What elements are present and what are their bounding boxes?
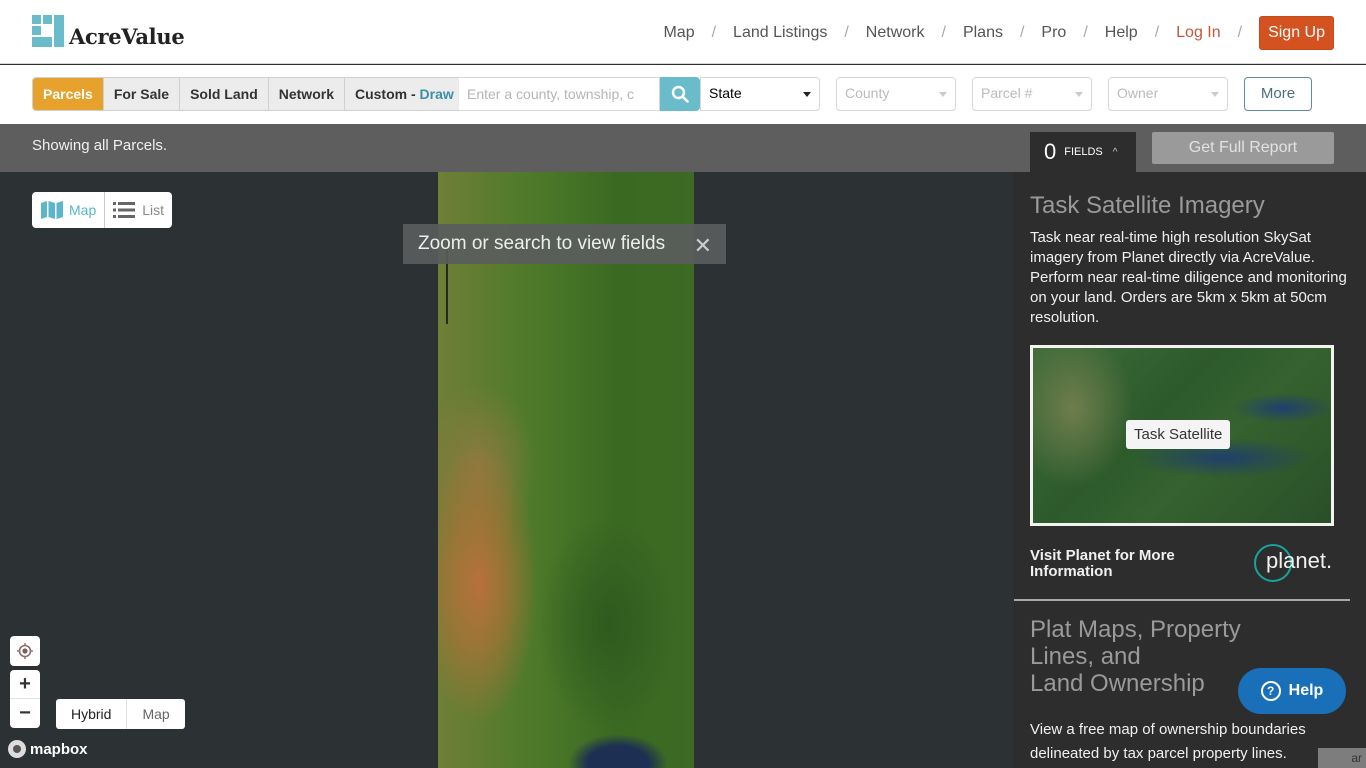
nav-separator: / — [1154, 24, 1160, 41]
acrevalue-logo[interactable]: AcreValue — [32, 15, 185, 49]
zoom-control: + − — [10, 670, 40, 728]
signup-button[interactable]: Sign Up — [1259, 16, 1334, 50]
top-navbar: AcreValue Map / Land Listings / Network … — [0, 0, 1366, 64]
fields-count: 0 — [1044, 139, 1057, 164]
get-full-report-button[interactable]: Get Full Report — [1152, 132, 1334, 164]
task-satellite-button[interactable]: Task Satellite — [1126, 420, 1231, 449]
nav-separator: / — [711, 24, 717, 41]
nav-plans[interactable]: Plans — [963, 24, 1003, 42]
satellite-imagery-tile — [438, 124, 694, 768]
question-icon: ? — [1260, 681, 1281, 701]
parcel-select[interactable]: Parcel # — [972, 77, 1092, 111]
more-filters-button[interactable]: More — [1244, 77, 1312, 111]
chevron-up-icon: ^ — [1112, 146, 1118, 158]
mapbox-icon — [8, 740, 26, 758]
tab-custom[interactable]: Custom - Draw — [344, 78, 464, 110]
toast-message: Zoom or search to view fields — [418, 233, 666, 254]
location-search-input[interactable] — [459, 77, 660, 111]
zoom-hint-toast: Zoom or search to view fields ✕ — [403, 224, 726, 264]
view-toggle: Map List — [32, 192, 173, 228]
filter-bar: Parcels For Sale Sold Land Network Custo… — [0, 65, 1366, 124]
logo-icon — [32, 15, 64, 47]
view-map-button[interactable]: Map — [32, 192, 106, 228]
help-widget-button[interactable]: ? Help — [1238, 668, 1346, 714]
state-select[interactable]: State — [700, 77, 820, 111]
county-select-value: County — [845, 85, 890, 101]
geolocate-control — [10, 636, 40, 666]
nav-separator: / — [1083, 24, 1088, 41]
fields-toggle[interactable]: 0 FIELDS ^ — [1030, 132, 1136, 172]
chevron-down-icon — [939, 92, 947, 97]
nav-separator: / — [844, 24, 849, 41]
planet-logo[interactable]: planet. — [1254, 544, 1334, 584]
chevron-down-icon — [1211, 92, 1219, 97]
zoom-out-button[interactable]: − — [10, 699, 40, 728]
nav-separator: / — [1237, 24, 1243, 41]
satellite-section-title: Task Satellite Imagery — [1030, 192, 1265, 219]
view-map-label: Map — [69, 202, 97, 218]
satellite-preview-image[interactable]: Task Satellite — [1030, 345, 1334, 526]
brand-name: AcreValue — [69, 24, 185, 49]
status-message: Showing all Parcels. — [32, 137, 168, 154]
plat-maps-body: View a free map of ownership boundaries … — [1030, 721, 1306, 762]
nav-separator: / — [941, 24, 946, 41]
geolocate-button[interactable] — [10, 636, 40, 665]
help-label: Help — [1288, 682, 1324, 699]
search-button[interactable] — [660, 77, 700, 111]
parcel-select-value: Parcel # — [981, 85, 1033, 101]
list-icon — [113, 202, 136, 218]
visit-planet-link[interactable]: Visit Planet for More Information — [1030, 548, 1230, 580]
nav-land-listings[interactable]: Land Listings — [733, 24, 827, 42]
draw-link[interactable]: Draw — [420, 86, 454, 102]
owner-select-value: Owner — [1117, 85, 1159, 101]
basemap-toggle: Hybrid Map — [56, 699, 185, 729]
plat-title-line: Plat Maps, Property — [1030, 616, 1241, 643]
layer-segment-control: Parcels For Sale Sold Land Network Custo… — [32, 77, 465, 111]
nav-map[interactable]: Map — [663, 24, 694, 42]
tab-for-sale[interactable]: For Sale — [103, 78, 181, 110]
state-select-value: State — [709, 85, 742, 101]
chevron-down-icon — [1075, 92, 1083, 97]
owner-select[interactable]: Owner — [1108, 77, 1228, 111]
nav-pro[interactable]: Pro — [1041, 24, 1066, 42]
tab-sold-land[interactable]: Sold Land — [180, 78, 269, 110]
close-icon[interactable]: ✕ — [694, 233, 712, 259]
map-canvas[interactable]: Map List Zoom or search to view fields ✕… — [0, 124, 1014, 768]
zoom-in-button[interactable]: + — [10, 670, 40, 699]
nav-network[interactable]: Network — [866, 24, 925, 42]
map-icon — [41, 201, 63, 219]
custom-label: Custom - — [354, 86, 420, 102]
map-attribution[interactable]: ar — [1318, 748, 1366, 768]
planet-wordmark: planet. — [1266, 548, 1333, 573]
fields-label: FIELDS — [1064, 146, 1103, 158]
view-list-button[interactable]: List — [105, 192, 172, 228]
tab-parcels[interactable]: Parcels — [33, 78, 104, 110]
basemap-hybrid-button[interactable]: Hybrid — [56, 699, 128, 729]
mapbox-logo[interactable]: mapbox — [8, 740, 88, 758]
crosshair-icon — [17, 642, 33, 659]
panel-divider — [1014, 599, 1350, 601]
view-list-label: List — [142, 202, 165, 218]
nav-help[interactable]: Help — [1105, 24, 1138, 42]
status-bar: Showing all Parcels. 0 FIELDS ^ Get Full… — [0, 124, 1366, 172]
chevron-down-icon — [803, 92, 811, 97]
nav-login[interactable]: Log In — [1176, 24, 1220, 42]
plat-title-line: Lines, and — [1030, 643, 1141, 670]
tab-network[interactable]: Network — [268, 78, 345, 110]
county-select[interactable]: County — [836, 77, 956, 111]
satellite-section-body: Task near real-time high resolution SkyS… — [1030, 229, 1347, 326]
nav-separator: / — [1019, 24, 1025, 41]
main-nav: Map / Land Listings / Network / Plans / … — [663, 16, 1334, 50]
search-icon — [671, 85, 689, 103]
basemap-map-button[interactable]: Map — [127, 699, 184, 729]
mapbox-wordmark: mapbox — [30, 740, 88, 758]
